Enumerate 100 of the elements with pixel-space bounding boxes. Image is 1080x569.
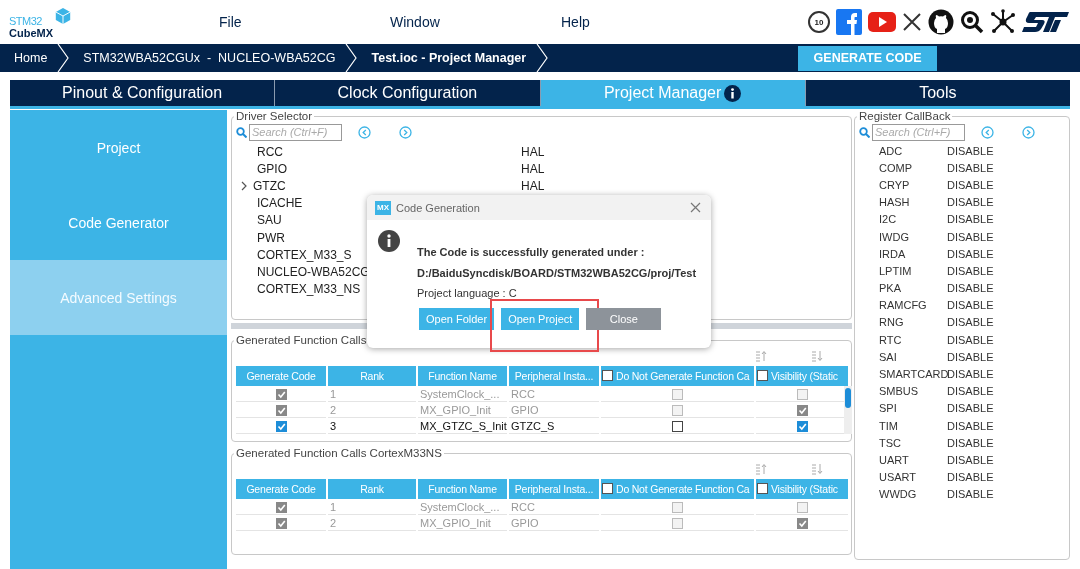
group-title: Driver Selector <box>235 110 314 122</box>
register-name: ADC <box>878 144 904 157</box>
driver-name: ICACHE <box>257 196 303 211</box>
register-value: DISABLE <box>947 402 994 415</box>
register-name: CRYP <box>878 178 911 191</box>
column-header[interactable]: Visibility (Static <box>756 366 848 386</box>
breadcrumb-item[interactable]: STM32WBA52CGUx - NUCLEO-WBA52CG <box>83 51 336 65</box>
network-icon[interactable] <box>990 9 1016 35</box>
column-header[interactable]: Generate Code <box>236 479 326 499</box>
sort-down-icon[interactable] <box>811 350 823 362</box>
register-name: COMP <box>878 161 913 174</box>
column-header[interactable]: Rank <box>328 366 416 386</box>
logo-text: CubeMX <box>9 27 53 39</box>
checkbox[interactable] <box>602 370 613 381</box>
tab[interactable]: Project Manager <box>540 80 805 106</box>
register-name: SAI <box>878 350 898 363</box>
tab[interactable]: Clock Configuration <box>275 80 540 106</box>
breadcrumb-item[interactable]: Home <box>14 51 48 65</box>
checkbox[interactable] <box>796 420 808 432</box>
menu-item[interactable]: File <box>219 14 390 30</box>
sidebar-item[interactable]: Advanced Settings <box>10 260 227 335</box>
sort-down-icon[interactable] <box>811 463 823 475</box>
checkbox[interactable] <box>275 420 287 432</box>
sort-up-icon[interactable] <box>755 350 767 362</box>
checkbox[interactable] <box>757 483 768 494</box>
close-icon[interactable] <box>690 202 701 213</box>
tab[interactable]: Pinout & Configuration <box>10 80 275 106</box>
tab[interactable]: Tools <box>805 80 1070 106</box>
driver-value: HAL <box>521 178 545 193</box>
info-icon <box>378 230 400 252</box>
register-name: USART <box>878 471 918 484</box>
previous-icon[interactable] <box>981 125 994 139</box>
column-header[interactable]: Peripheral Insta... <box>509 479 599 499</box>
next-icon[interactable] <box>399 125 412 139</box>
table-cell: 1 <box>328 386 416 402</box>
group-title: Register CallBack <box>858 110 952 122</box>
column-header[interactable]: Function Name <box>418 479 507 499</box>
register-name: TIM <box>878 419 899 432</box>
table-cell: GPIO <box>509 402 599 418</box>
table-cell: MX_GPIO_Init <box>418 515 507 531</box>
dialog-button[interactable]: Open Project <box>501 307 580 330</box>
register-value: DISABLE <box>947 264 994 277</box>
menu-item[interactable]: Help <box>561 14 732 30</box>
driver-name: PWR <box>257 230 285 245</box>
breadcrumb-item[interactable]: Test.ioc - Project Manager <box>371 51 527 65</box>
group-title: Generated Function Calls CortexM33NS <box>235 447 443 459</box>
register-name: PKA <box>878 282 902 295</box>
register-value: DISABLE <box>947 368 994 381</box>
menu-item[interactable]: Window <box>390 14 561 30</box>
driver-name: NUCLEO-WBA52CG <box>257 264 370 279</box>
github-icon[interactable] <box>928 9 954 35</box>
column-header[interactable]: Visibility (Static <box>756 479 848 499</box>
st-logo-icon[interactable] <box>1022 11 1070 33</box>
driver-name: GPIO <box>257 161 287 176</box>
dialog-title: Code Generation <box>396 201 480 214</box>
column-header[interactable]: Peripheral Insta... <box>509 366 599 386</box>
x-icon[interactable] <box>902 12 922 32</box>
search-icon[interactable] <box>960 10 984 34</box>
register-name: SMBUS <box>878 385 920 398</box>
column-header[interactable]: Rank <box>328 479 416 499</box>
search-field[interactable]: Search (Ctrl+F) <box>249 123 342 141</box>
column-header[interactable]: Generate Code <box>236 366 326 386</box>
register-name: IRDA <box>878 247 907 260</box>
table-cell: GTZC_S <box>509 418 599 434</box>
checkbox[interactable] <box>672 420 683 432</box>
next-icon[interactable] <box>1022 125 1035 139</box>
sidebar-item[interactable]: Project <box>10 110 227 185</box>
checkbox[interactable] <box>602 483 613 494</box>
previous-icon[interactable] <box>358 125 371 139</box>
driver-name: RCC <box>257 144 283 159</box>
checkbox[interactable] <box>757 370 768 381</box>
search-field[interactable]: Search (Ctrl+F) <box>872 123 965 141</box>
scrollbar-thumb[interactable] <box>845 388 851 408</box>
register-value: DISABLE <box>947 230 994 243</box>
register-name: RNG <box>878 316 905 329</box>
dialog-button[interactable]: Open Folder <box>419 307 495 330</box>
register-name: TSC <box>878 436 902 449</box>
sort-up-icon[interactable] <box>755 463 767 475</box>
facebook-icon[interactable] <box>836 9 862 35</box>
anniversary-badge-icon[interactable]: 10 <box>808 11 830 33</box>
register-value: DISABLE <box>947 161 994 174</box>
register-value: DISABLE <box>947 419 994 432</box>
table-cell: 2 <box>328 515 416 531</box>
dialog-button[interactable]: Close <box>586 307 662 330</box>
register-value: DISABLE <box>947 316 994 329</box>
table-cell: SystemClock_... <box>418 499 507 515</box>
register-value: DISABLE <box>947 436 994 449</box>
register-name: LPTIM <box>878 264 913 277</box>
sidebar-item[interactable]: Code Generator <box>10 185 227 260</box>
register-name: RTC <box>878 333 903 346</box>
driver-name: SAU <box>257 213 282 228</box>
register-value: DISABLE <box>947 213 994 226</box>
column-header[interactable]: Do Not Generate Function Ca <box>601 479 754 499</box>
generate-code-button[interactable]: GENERATE CODE <box>798 45 938 71</box>
register-name: WWDG <box>878 488 918 501</box>
table-cell: RCC <box>509 386 599 402</box>
youtube-icon[interactable] <box>868 12 896 32</box>
column-header[interactable]: Function Name <box>418 366 507 386</box>
table-cell: MX_GPIO_Init <box>418 402 507 418</box>
column-header[interactable]: Do Not Generate Function Ca <box>601 366 754 386</box>
